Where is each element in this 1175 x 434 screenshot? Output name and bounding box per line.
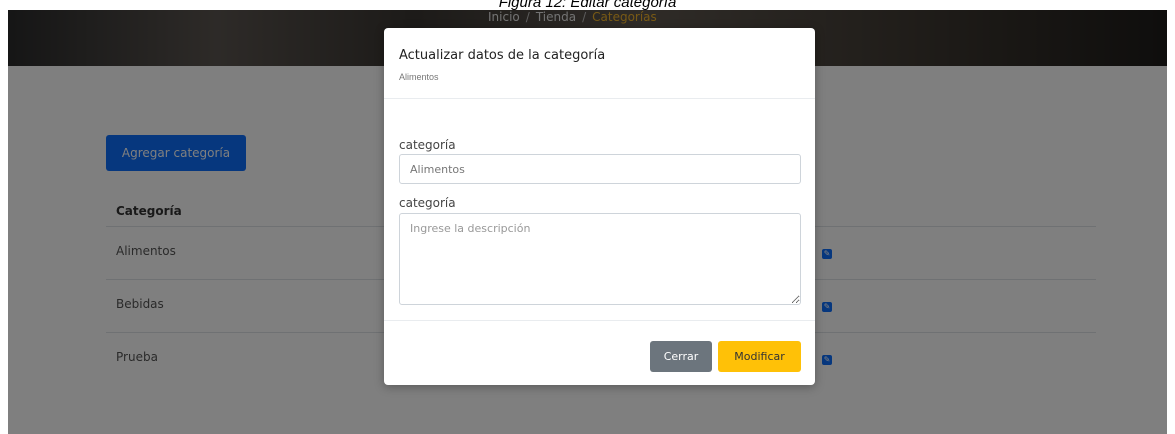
modal-subtitle: Alimentos (399, 72, 439, 82)
modal-title: Actualizar datos de la categoría (399, 48, 606, 63)
category-name-label: categoría (399, 138, 456, 152)
modal-header: Actualizar datos de la categoría Aliment… (384, 28, 815, 99)
edit-category-modal: Actualizar datos de la categoría Aliment… (384, 28, 815, 385)
category-description-label: categoría (399, 196, 456, 210)
category-description-textarea[interactable] (399, 213, 801, 305)
category-name-input[interactable] (399, 154, 801, 184)
modify-button[interactable]: Modificar (718, 341, 801, 372)
figure-caption: Figura 12: Editar categoría (0, 0, 1175, 11)
close-button[interactable]: Cerrar (650, 341, 712, 372)
figure-caption-text: Figura 12: Editar categoría (498, 0, 677, 11)
app-frame: Inicio/Tienda/Categorías Agregar categor… (8, 10, 1167, 434)
modal-footer: Cerrar Modificar (384, 320, 815, 386)
